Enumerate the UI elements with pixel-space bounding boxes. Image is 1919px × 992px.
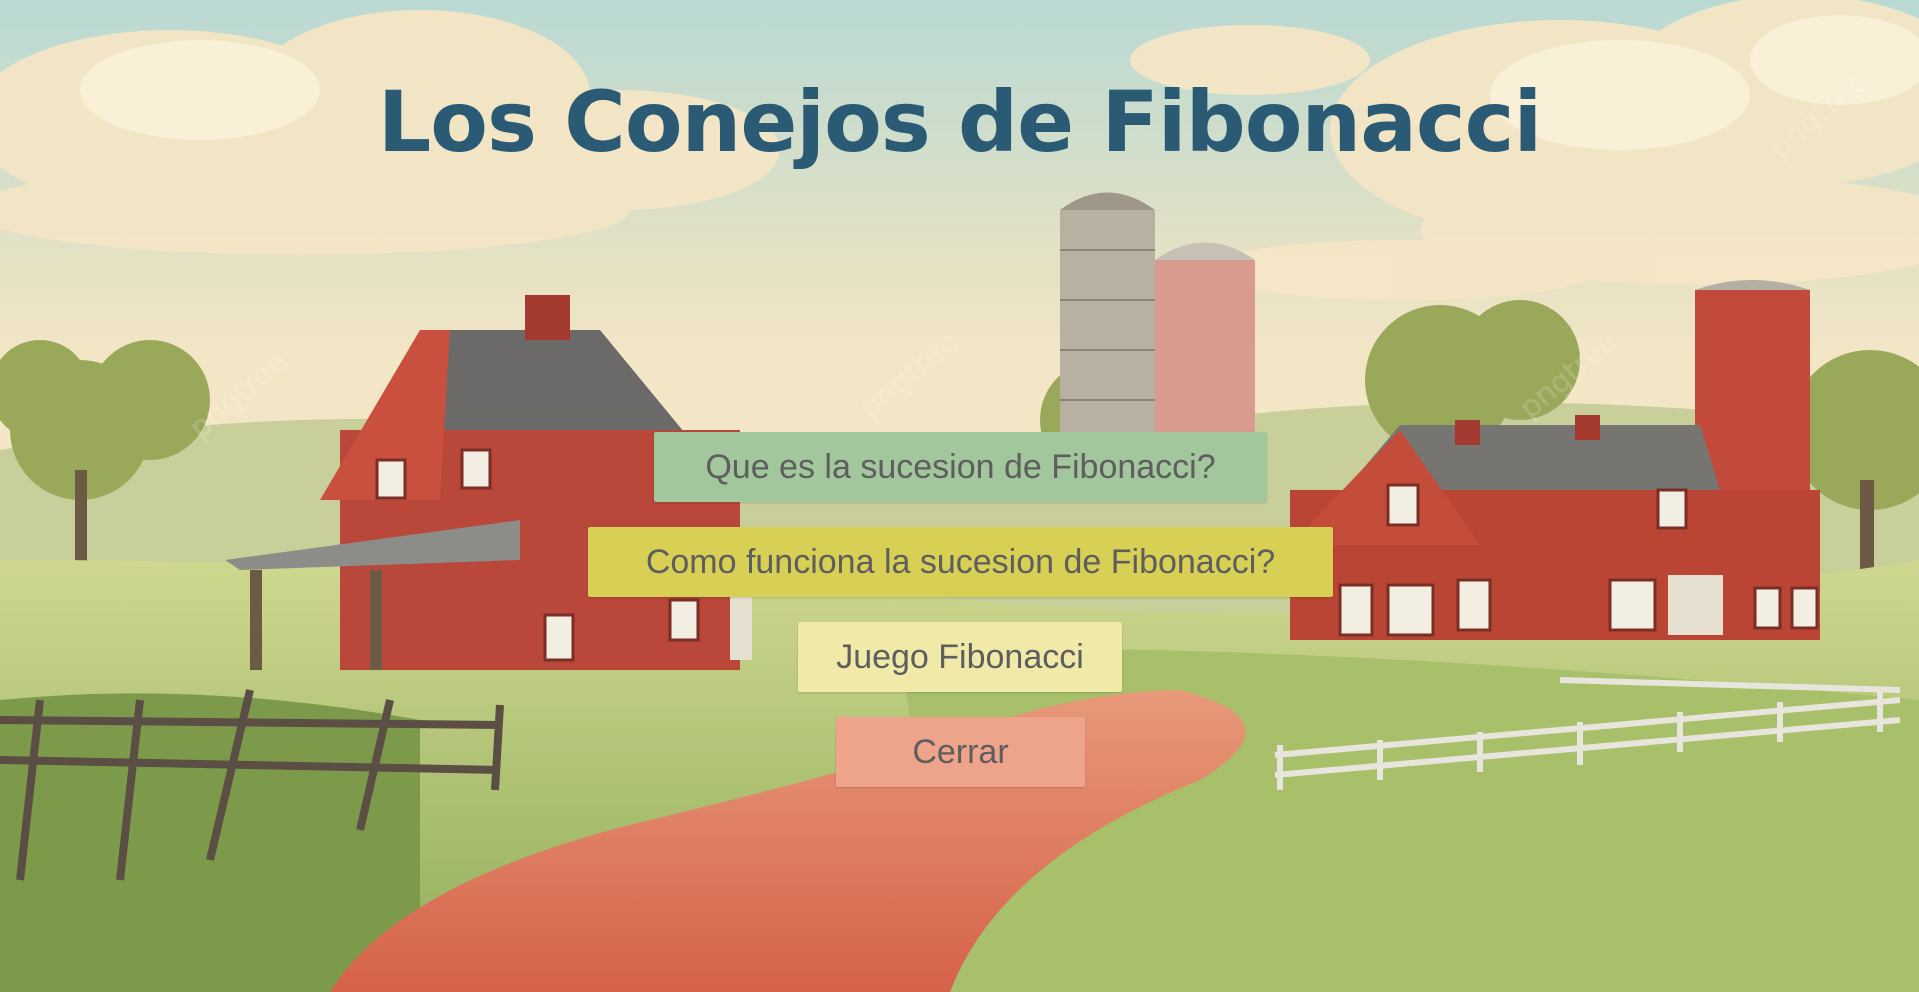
fibonacci-game-button[interactable]: Juego Fibonacci — [798, 622, 1122, 692]
page-title: Los Conejos de Fibonacci — [377, 73, 1543, 171]
how-fibonacci-works-button[interactable]: Como funciona la sucesion de Fibonacci? — [588, 527, 1333, 597]
close-button[interactable]: Cerrar — [836, 717, 1085, 787]
what-is-fibonacci-button[interactable]: Que es la sucesion de Fibonacci? — [654, 432, 1267, 502]
